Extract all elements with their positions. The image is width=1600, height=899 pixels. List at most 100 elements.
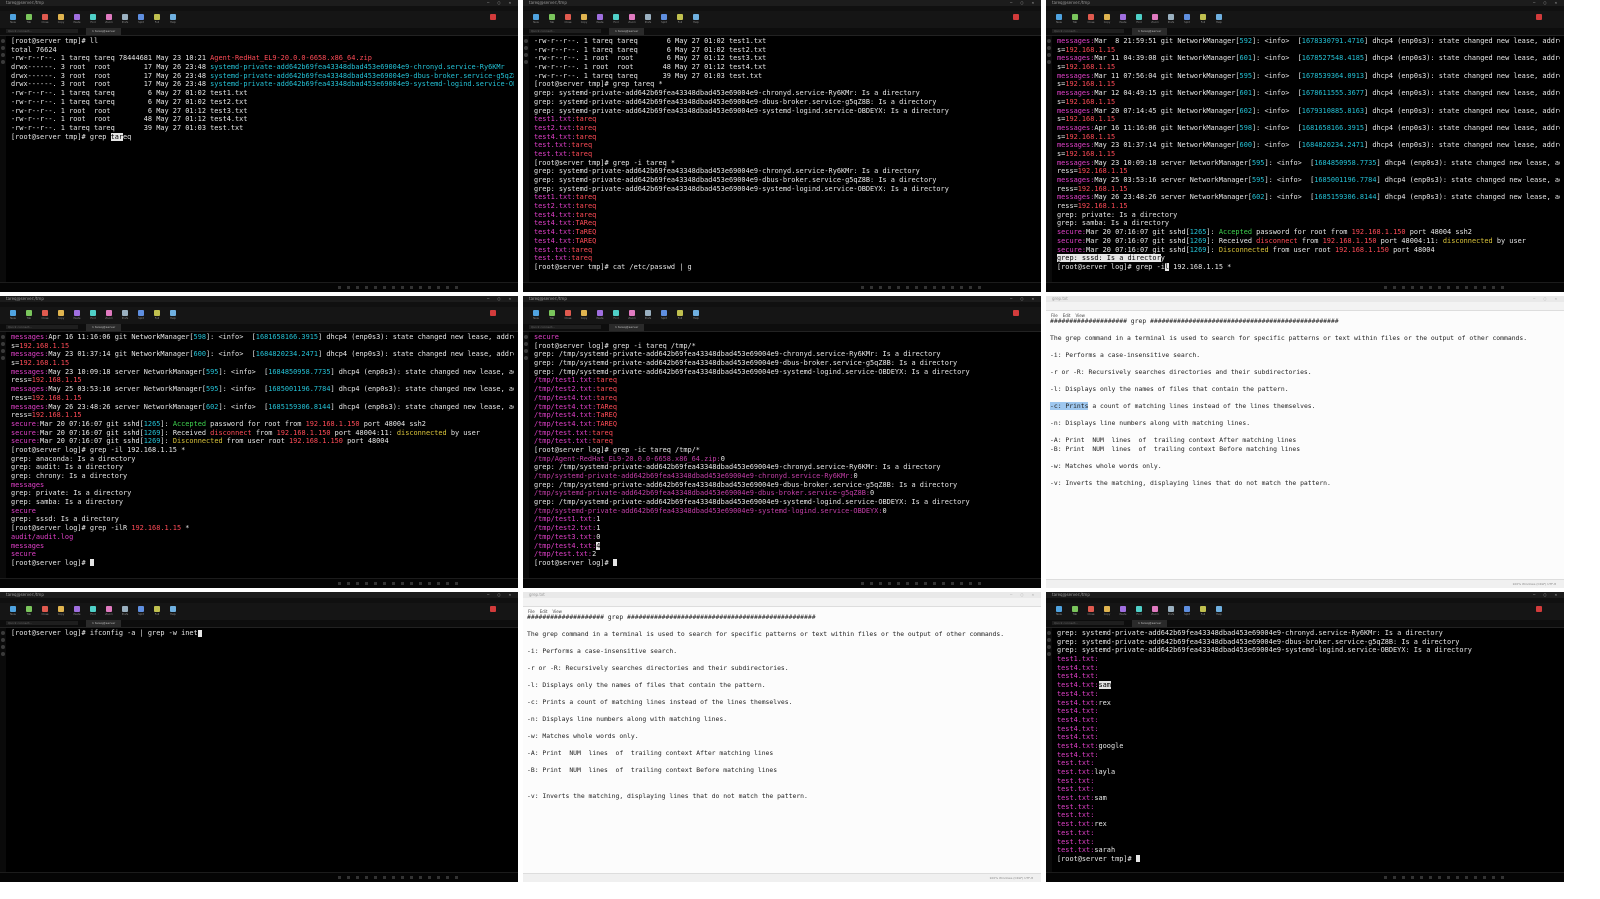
toolbar-button-full[interactable]: Full — [1198, 606, 1208, 618]
toolbar-button-tab[interactable]: Tab — [24, 14, 34, 26]
toolbar-button-prefs[interactable]: Prefs — [1166, 14, 1176, 26]
toolbar-button-close[interactable]: Close — [1086, 606, 1096, 618]
terminal-output[interactable]: grep: systemd-private-add642b69fea43348d… — [1057, 629, 1560, 872]
side-panel-icon[interactable] — [524, 335, 528, 339]
toolbar-button-help[interactable]: Help — [1214, 606, 1224, 618]
side-panel-icon[interactable] — [1047, 631, 1051, 635]
session-tab[interactable]: 1 tareq@server — [86, 324, 122, 331]
toolbar-button-split[interactable]: Split — [136, 606, 146, 618]
toolbar-button-find[interactable]: Find — [88, 310, 98, 322]
side-panel-icon[interactable] — [1, 53, 5, 57]
toolbar-button-help[interactable]: Help — [691, 310, 701, 322]
toolbar-button-tab[interactable]: Tab — [1070, 606, 1080, 618]
editor-text-area[interactable]: #################### grep ##############… — [1050, 317, 1560, 578]
toolbar-button-zoom[interactable]: Zoom — [1150, 606, 1160, 618]
session-tab[interactable]: 1 tareq@server — [86, 620, 122, 627]
side-panel-icon[interactable] — [524, 342, 528, 346]
toolbar-button-split[interactable]: Split — [136, 14, 146, 26]
toolbar-button-split[interactable]: Split — [659, 14, 669, 26]
toolbar-button-find[interactable]: Find — [611, 310, 621, 322]
side-panel-icon[interactable] — [1, 652, 5, 656]
side-panel-icon[interactable] — [524, 53, 528, 57]
close-session-button[interactable] — [1534, 14, 1544, 26]
toolbar-button-copy[interactable]: Copy — [1102, 14, 1112, 26]
toolbar-button-new[interactable]: New — [531, 14, 541, 26]
toolbar-button-prefs[interactable]: Prefs — [643, 310, 653, 322]
toolbar-button-close[interactable]: Close — [563, 310, 573, 322]
side-panel-icon[interactable] — [1, 638, 5, 642]
toolbar-button-paste[interactable]: Paste — [72, 310, 82, 322]
toolbar-button-close[interactable]: Close — [40, 606, 50, 618]
toolbar-button-full[interactable]: Full — [152, 310, 162, 322]
toolbar-button-tab[interactable]: Tab — [24, 606, 34, 618]
toolbar-button-tab[interactable]: Tab — [1070, 14, 1080, 26]
close-session-button[interactable] — [1534, 606, 1544, 618]
side-panel-icon[interactable] — [1047, 638, 1051, 642]
toolbar-button-new[interactable]: New — [8, 14, 18, 26]
side-panel-icon[interactable] — [1, 335, 5, 339]
side-panel-icon[interactable] — [1047, 645, 1051, 649]
side-panel-icon[interactable] — [1047, 39, 1051, 43]
close-session-button[interactable] — [1011, 310, 1021, 322]
toolbar-button-paste[interactable]: Paste — [595, 310, 605, 322]
toolbar-button-full[interactable]: Full — [152, 606, 162, 618]
toolbar-button-find[interactable]: Find — [1134, 14, 1144, 26]
session-tab[interactable]: 1 tareq@server — [609, 324, 645, 331]
session-tab[interactable]: 1 tareq@server — [1132, 620, 1168, 627]
toolbar-button-split[interactable]: Split — [1182, 14, 1192, 26]
toolbar-button-find[interactable]: Find — [88, 606, 98, 618]
side-panel-icon[interactable] — [1047, 60, 1051, 64]
toolbar-button-split[interactable]: Split — [659, 310, 669, 322]
toolbar-button-tab[interactable]: Tab — [547, 14, 557, 26]
toolbar-button-copy[interactable]: Copy — [56, 606, 66, 618]
side-panel-icon[interactable] — [1, 356, 5, 360]
toolbar-button-tab[interactable]: Tab — [24, 310, 34, 322]
toolbar-button-paste[interactable]: Paste — [72, 14, 82, 26]
toolbar-button-find[interactable]: Find — [88, 14, 98, 26]
toolbar-button-paste[interactable]: Paste — [1118, 606, 1128, 618]
toolbar-button-full[interactable]: Full — [675, 14, 685, 26]
toolbar-button-new[interactable]: New — [1054, 606, 1064, 618]
toolbar-button-copy[interactable]: Copy — [579, 310, 589, 322]
toolbar-button-prefs[interactable]: Prefs — [1166, 606, 1176, 618]
side-panel-icon[interactable] — [1, 349, 5, 353]
terminal-output[interactable]: -rw-r--r--. 1 tareq tareq 6 May 27 01:02… — [534, 37, 1037, 282]
toolbar-button-split[interactable]: Split — [136, 310, 146, 322]
toolbar-button-full[interactable]: Full — [1198, 14, 1208, 26]
editor-text-area[interactable]: #################### grep ##############… — [527, 613, 1037, 872]
quick-connect-input[interactable]: Quick connect... — [6, 29, 78, 33]
quick-connect-input[interactable]: Quick connect... — [1052, 29, 1124, 33]
quick-connect-input[interactable]: Quick connect... — [6, 621, 78, 625]
toolbar-button-new[interactable]: New — [8, 310, 18, 322]
quick-connect-input[interactable]: Quick connect... — [529, 325, 601, 329]
toolbar-button-find[interactable]: Find — [1134, 606, 1144, 618]
session-tab[interactable]: 1 tareq@server — [86, 28, 122, 35]
toolbar-button-new[interactable]: New — [1054, 14, 1064, 26]
side-panel-icon[interactable] — [1047, 53, 1051, 57]
toolbar-button-prefs[interactable]: Prefs — [120, 14, 130, 26]
toolbar-button-close[interactable]: Close — [40, 14, 50, 26]
toolbar-button-split[interactable]: Split — [1182, 606, 1192, 618]
toolbar-button-paste[interactable]: Paste — [1118, 14, 1128, 26]
toolbar-button-find[interactable]: Find — [611, 14, 621, 26]
side-panel-icon[interactable] — [1, 46, 5, 50]
terminal-output[interactable]: messages:Mar 8 21:59:51 git NetworkManag… — [1057, 37, 1560, 282]
quick-connect-input[interactable]: Quick connect... — [1052, 621, 1124, 625]
toolbar-button-help[interactable]: Help — [168, 14, 178, 26]
toolbar-button-zoom[interactable]: Zoom — [104, 310, 114, 322]
session-tab[interactable]: 1 tareq@server — [609, 28, 645, 35]
side-panel-icon[interactable] — [1, 631, 5, 635]
toolbar-button-copy[interactable]: Copy — [579, 14, 589, 26]
quick-connect-input[interactable]: Quick connect... — [6, 325, 78, 329]
side-panel-icon[interactable] — [1, 39, 5, 43]
toolbar-button-new[interactable]: New — [8, 606, 18, 618]
quick-connect-input[interactable]: Quick connect... — [529, 29, 601, 33]
side-panel-icon[interactable] — [1047, 46, 1051, 50]
toolbar-button-help[interactable]: Help — [1214, 14, 1224, 26]
session-tab[interactable]: 1 tareq@server — [1132, 28, 1168, 35]
toolbar-button-paste[interactable]: Paste — [72, 606, 82, 618]
toolbar-button-tab[interactable]: Tab — [547, 310, 557, 322]
toolbar-button-full[interactable]: Full — [152, 14, 162, 26]
terminal-output[interactable]: [root@server tmp]# ll total 76624 -rw-r--r… — [11, 37, 514, 282]
toolbar-button-zoom[interactable]: Zoom — [627, 14, 637, 26]
